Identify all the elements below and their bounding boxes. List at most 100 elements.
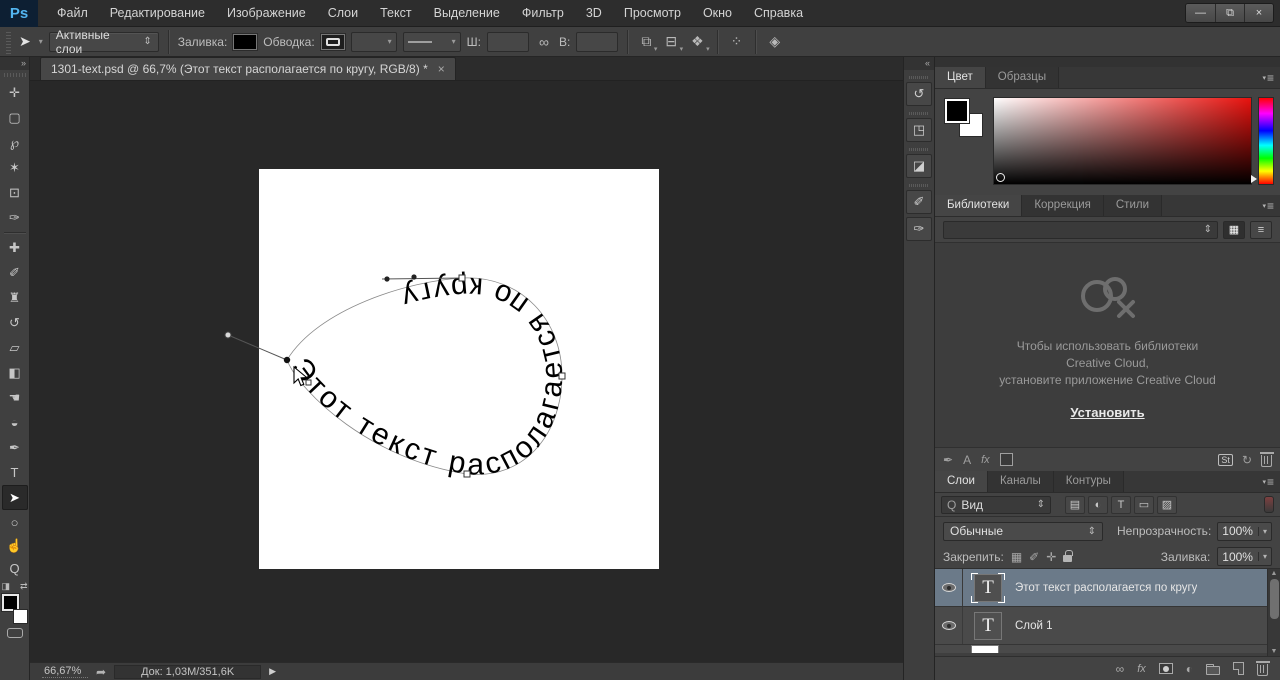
menu-view[interactable]: Просмотр bbox=[613, 0, 692, 27]
stroke-type-dropdown[interactable]: ▾ bbox=[402, 31, 461, 52]
path-selection-tool[interactable]: ➤ bbox=[1, 485, 28, 510]
menu-edit[interactable]: Редактирование bbox=[99, 0, 216, 27]
brush-presets-panel-icon[interactable]: ✐ bbox=[906, 190, 932, 214]
eye-icon[interactable] bbox=[941, 621, 956, 630]
panel-menu-icon[interactable]: ▾≡ bbox=[1262, 475, 1274, 489]
tab-libraries[interactable]: Библиотеки bbox=[935, 195, 1023, 216]
handle-point[interactable] bbox=[384, 276, 390, 282]
collapse-panels-icon[interactable]: « bbox=[904, 57, 934, 70]
color-picker-handle[interactable] bbox=[996, 173, 1005, 182]
filter-pixel-layers-icon[interactable]: ▤ bbox=[1065, 495, 1085, 514]
move-tool[interactable]: ✛ bbox=[2, 80, 28, 105]
menu-layers[interactable]: Слои bbox=[317, 0, 369, 27]
layer-style-icon[interactable]: fx bbox=[1137, 663, 1146, 675]
history-panel-icon[interactable]: ↺ bbox=[906, 82, 932, 106]
lasso-tool[interactable]: ℘ bbox=[2, 130, 28, 155]
brush-tool[interactable]: ✐ bbox=[2, 260, 28, 285]
menu-help[interactable]: Справка bbox=[743, 0, 814, 27]
eraser-tool[interactable]: ▱ bbox=[2, 335, 28, 360]
layers-scrollbar[interactable]: ▲ ▼ bbox=[1267, 569, 1280, 656]
hue-pointer-icon[interactable] bbox=[1251, 175, 1257, 183]
shape-height-input[interactable] bbox=[576, 31, 619, 52]
zoom-tool[interactable]: Q bbox=[2, 557, 28, 579]
document-size-info[interactable]: Док: 1,03M/351,6K bbox=[114, 664, 262, 679]
chevron-down-icon[interactable]: ▾ bbox=[1257, 552, 1267, 561]
canvas-workarea[interactable]: Этот текст располагается по кругу bbox=[30, 81, 903, 662]
new-group-icon[interactable] bbox=[1206, 663, 1220, 675]
tab-paths[interactable]: Контуры bbox=[1053, 471, 1124, 492]
document-tab[interactable]: 1301-text.psd @ 66,7% (Этот текст распол… bbox=[40, 57, 456, 80]
type-tool[interactable]: T bbox=[2, 460, 28, 485]
hand-tool[interactable]: ☝ bbox=[2, 535, 28, 557]
eyedropper-tool[interactable]: ✑ bbox=[2, 205, 28, 230]
type-layer-thumbnail[interactable]: T bbox=[974, 611, 1002, 640]
anchor-point[interactable] bbox=[458, 274, 466, 282]
filter-type-layers-icon[interactable]: T bbox=[1111, 495, 1131, 514]
restore-button[interactable]: ⧉ bbox=[1215, 4, 1244, 22]
list-view-button[interactable]: ≡ bbox=[1250, 220, 1272, 239]
anchor-point[interactable] bbox=[305, 379, 312, 386]
link-layers-icon[interactable]: ∞ bbox=[1116, 662, 1125, 676]
panel-menu-icon[interactable]: ▾≡ bbox=[1262, 71, 1274, 85]
magic-wand-tool[interactable]: ✶ bbox=[2, 155, 28, 180]
path-arrangement-icon[interactable]: ❖ ▾ bbox=[687, 33, 710, 53]
lock-pixels-icon[interactable]: ✐ bbox=[1029, 550, 1039, 564]
menu-type[interactable]: Текст bbox=[369, 0, 422, 27]
filter-shape-layers-icon[interactable]: ▭ bbox=[1134, 495, 1154, 514]
handle-point[interactable] bbox=[411, 274, 417, 280]
layer-thumbnail-selected[interactable]: T bbox=[971, 572, 1005, 603]
library-select-dropdown[interactable]: ⇕ bbox=[943, 220, 1218, 239]
tab-swatches[interactable]: Образцы bbox=[985, 67, 1060, 88]
expand-tools-icon[interactable]: » bbox=[0, 57, 29, 70]
default-colors-icon[interactable]: ◨ bbox=[2, 581, 11, 592]
tool-preset-arrow-icon[interactable]: ▾ bbox=[39, 37, 43, 46]
grid-view-button[interactable]: ▦ bbox=[1223, 220, 1245, 239]
properties-panel-icon[interactable]: ◳ bbox=[906, 118, 932, 142]
menu-select[interactable]: Выделение bbox=[423, 0, 511, 27]
tab-color[interactable]: Цвет bbox=[935, 67, 986, 88]
clone-stamp-tool[interactable]: ♜ bbox=[2, 285, 28, 310]
status-options-arrow-icon[interactable]: ▶ bbox=[269, 666, 276, 677]
chevron-down-icon[interactable]: ▾ bbox=[1257, 526, 1267, 536]
select-mode-dropdown[interactable]: Активные слои ⇕ bbox=[48, 28, 159, 56]
panel-menu-icon[interactable]: ▾≡ bbox=[1262, 199, 1274, 213]
layer-name[interactable]: Слой 1 bbox=[1015, 620, 1053, 632]
shape-width-input[interactable] bbox=[487, 31, 530, 52]
tab-adjustments[interactable]: Коррекция bbox=[1022, 195, 1104, 216]
tab-layers[interactable]: Слои bbox=[935, 471, 988, 492]
tab-channels[interactable]: Каналы bbox=[987, 471, 1054, 492]
quick-mask-icon[interactable] bbox=[6, 628, 23, 638]
ellipse-tool[interactable]: ○ bbox=[2, 510, 28, 535]
layer-row[interactable]: T Слой 1 bbox=[935, 607, 1280, 645]
pen-tool[interactable]: ✒ bbox=[2, 435, 28, 460]
scrollbar-thumb[interactable] bbox=[1269, 579, 1279, 619]
menu-image[interactable]: Изображение bbox=[216, 0, 317, 27]
add-layer-style-icon[interactable]: fx bbox=[981, 454, 990, 466]
lock-position-icon[interactable]: ✛ bbox=[1046, 550, 1056, 564]
filter-type-dropdown[interactable]: Q Вид ⇕ bbox=[941, 495, 1051, 514]
zoom-level-field[interactable]: 66,67% bbox=[42, 665, 88, 678]
layer-name[interactable]: Этот текст располагается по кругу bbox=[1015, 582, 1197, 594]
visibility-cell[interactable] bbox=[935, 607, 963, 644]
history-brush-tool[interactable]: ↺ bbox=[2, 310, 28, 335]
adobe-stock-icon[interactable]: St bbox=[1218, 453, 1233, 466]
marquee-tool[interactable]: ▢ bbox=[2, 105, 28, 130]
handle-point[interactable] bbox=[224, 331, 232, 339]
background-color-swatch[interactable] bbox=[12, 609, 28, 624]
add-layer-mask-icon[interactable] bbox=[1158, 663, 1173, 674]
extra-options-icon[interactable]: ⁘ bbox=[727, 33, 747, 50]
minimize-button[interactable]: — bbox=[1186, 4, 1215, 22]
adjustment-layer-icon[interactable]: ◐ bbox=[1186, 662, 1193, 676]
add-graphic-icon[interactable]: ✒ bbox=[943, 453, 953, 467]
smudge-tool[interactable]: ☚ bbox=[2, 385, 28, 410]
delete-layer-icon[interactable] bbox=[1255, 661, 1270, 676]
filtering-toggle[interactable] bbox=[1264, 496, 1274, 513]
brush-panel-icon[interactable]: ✑ bbox=[906, 217, 932, 241]
filter-adjustment-layers-icon[interactable]: ◐ bbox=[1088, 495, 1108, 514]
saturation-brightness-picker[interactable] bbox=[993, 97, 1252, 185]
crop-tool[interactable]: ⊡ bbox=[2, 180, 28, 205]
add-color-icon[interactable] bbox=[999, 453, 1013, 466]
layer-thumbnail[interactable]: T bbox=[971, 611, 1005, 641]
stroke-width-dropdown[interactable]: ▾ bbox=[350, 31, 397, 52]
foreground-color-swatch[interactable] bbox=[945, 99, 969, 123]
